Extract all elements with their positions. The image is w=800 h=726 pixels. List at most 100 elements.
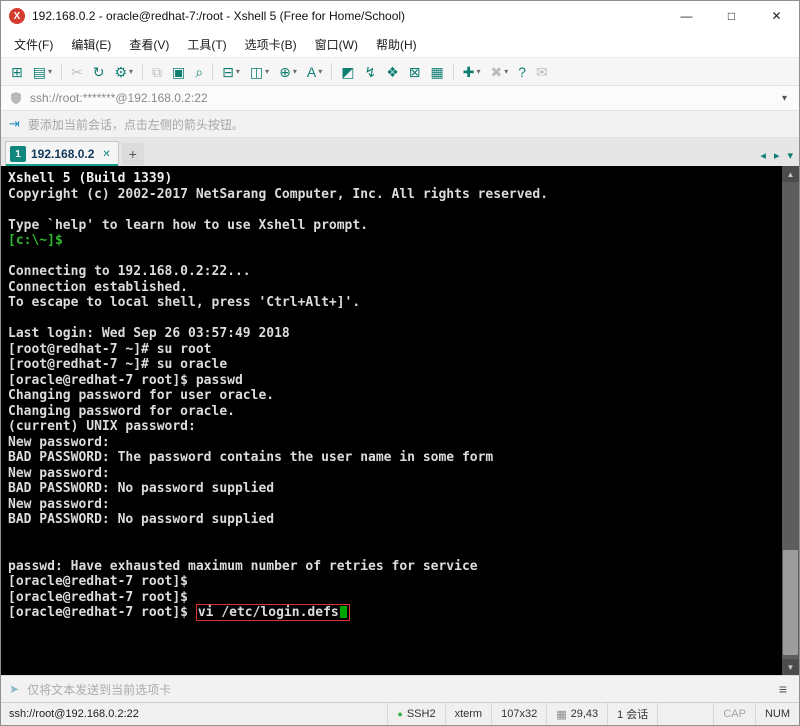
menu-tools[interactable]: 工具(T) <box>178 31 235 58</box>
terminal-line <box>8 311 782 327</box>
window-title: 192.168.0.2 - oracle@redhat-7:/root - Xs… <box>32 9 664 23</box>
terminal-line: Connection established. <box>8 280 782 296</box>
close-tab-icon[interactable]: ✖▾ <box>486 63 512 81</box>
dropdown-caret-icon: ▾ <box>476 68 480 76</box>
terminal-line: New password: <box>8 435 782 451</box>
toolbar: ⊞▤▾ ✂↻⚙▾ ⧉▣⌕ ⊟▾◫▾⊕▾A▾ ◩↯❖⊠▦ ✚▾✖▾?✉ <box>1 58 799 86</box>
scrollbar-track[interactable] <box>782 182 799 659</box>
window-controls: — □ ✕ <box>664 1 799 31</box>
send-menu-icon[interactable]: ≡ <box>775 681 791 697</box>
scroll-up-icon[interactable]: ▲ <box>782 166 799 182</box>
scroll-down-icon[interactable]: ▼ <box>782 659 799 675</box>
status-num-lock: NUM <box>755 703 799 725</box>
status-spacer <box>657 703 713 725</box>
terminal-line: [root@redhat-7 ~]# su root <box>8 342 782 358</box>
menu-edit[interactable]: 编辑(E) <box>62 31 120 58</box>
info-bar-text: 要添加当前会话，点击左侧的箭头按钮。 <box>28 116 244 133</box>
web-tools-icon[interactable]: ⊕▾ <box>275 63 301 81</box>
dropdown-caret-icon: ▾ <box>48 68 52 76</box>
new-session-icon[interactable]: ⊞ <box>7 63 27 81</box>
new-tab-icon[interactable]: ✚▾ <box>459 63 485 81</box>
terminal-line: [oracle@redhat-7 root]$ <box>8 574 782 590</box>
status-terminal-size: 107x32 <box>491 703 546 725</box>
xshell-window: X 192.168.0.2 - oracle@redhat-7:/root - … <box>0 0 800 726</box>
disconnect-icon[interactable]: ✂ <box>67 63 87 81</box>
info-bar: ⇥ 要添加当前会话，点击左侧的箭头按钮。 <box>1 111 799 138</box>
scrollbar-thumb[interactable] <box>783 550 798 655</box>
quick-command-icon[interactable]: ↯ <box>360 63 380 81</box>
status-cursor-position: ▦29,43 <box>546 703 607 725</box>
feedback-icon[interactable]: ✉ <box>532 63 552 81</box>
address-url[interactable]: ssh://root:*******@192.168.0.2:22 <box>30 91 778 105</box>
open-sessions-icon[interactable]: ▤▾ <box>29 63 56 81</box>
address-dropdown-icon[interactable]: ▾ <box>778 93 791 104</box>
paste-icon[interactable]: ▣ <box>168 63 189 81</box>
transparency-icon[interactable]: ◩ <box>337 63 358 81</box>
terminal-line: New password: <box>8 497 782 513</box>
terminal-line: Type `help' to learn how to use Xshell p… <box>8 218 782 234</box>
session-properties-icon[interactable]: ⚙▾ <box>110 63 137 81</box>
tab-close-icon[interactable]: ✕ <box>102 149 110 160</box>
terminal-line: Xshell 5 (Build 1339) <box>8 171 782 187</box>
terminal-line <box>8 543 782 559</box>
terminal-line: [c:\~]$ <box>8 233 782 249</box>
tab-label: 192.168.0.2 <box>31 147 94 161</box>
status-session-count: 1 会话 <box>607 703 657 725</box>
tab-scroll-right-icon[interactable]: ▸ <box>770 145 784 166</box>
terminal-line: Copyright (c) 2002-2017 NetSarang Comput… <box>8 187 782 203</box>
new-tab-button[interactable]: + <box>122 143 144 165</box>
dropdown-caret-icon: ▾ <box>293 68 297 76</box>
menu-view[interactable]: 查看(V) <box>120 31 178 58</box>
terminal-line: Connecting to 192.168.0.2:22... <box>8 264 782 280</box>
status-bar: ssh://root@192.168.0.2:22 ●SSH2xterm107x… <box>1 702 799 725</box>
toolbar-separator <box>61 63 62 80</box>
toolbar-separator <box>142 63 143 80</box>
address-bar[interactable]: ssh://root:*******@192.168.0.2:22 ▾ <box>1 86 799 111</box>
status-caps-lock: CAP <box>713 703 755 725</box>
full-screen-icon[interactable]: ❖ <box>382 63 403 81</box>
send-arrow-icon: ➤ <box>9 682 19 696</box>
send-text-label: 仅将文本发送到当前选项卡 <box>27 681 775 698</box>
lock-screen-icon[interactable]: ⊠ <box>405 63 425 81</box>
status-items: ●SSH2xterm107x32▦29,431 会话CAPNUM <box>387 703 799 725</box>
tile-windows-icon[interactable]: ◫▾ <box>246 63 273 81</box>
find-icon[interactable]: ⌕ <box>191 63 207 81</box>
tab-192-168-0-2[interactable]: 1 192.168.0.2 ✕ <box>5 141 119 166</box>
terminal-line: [oracle@redhat-7 root]$ passwd <box>8 373 782 389</box>
terminal-line: (current) UNIX password: <box>8 419 782 435</box>
menu-bar: 文件(F)编辑(E)查看(V)工具(T)选项卡(B)窗口(W)帮助(H) <box>1 31 799 58</box>
xshell-logo-icon: X <box>9 8 25 24</box>
terminal-line: [oracle@redhat-7 root]$ vi /etc/login.de… <box>8 605 782 621</box>
terminal-line: BAD PASSWORD: No password supplied <box>8 512 782 528</box>
terminal-line: passwd: Have exhausted maximum number of… <box>8 559 782 575</box>
status-connection-url: ssh://root@192.168.0.2:22 <box>1 703 387 725</box>
close-button[interactable]: ✕ <box>754 1 799 31</box>
terminal-output[interactable]: Xshell 5 (Build 1339)Copyright (c) 2002-… <box>1 166 782 675</box>
dropdown-caret-icon: ▾ <box>318 68 322 76</box>
terminal-line <box>8 528 782 544</box>
reconnect-icon[interactable]: ↻ <box>89 63 109 81</box>
minimize-button[interactable]: — <box>664 1 709 31</box>
menu-tabs[interactable]: 选项卡(B) <box>236 31 306 58</box>
print-icon[interactable]: ⊟▾ <box>218 63 244 81</box>
tab-menu-icon[interactable]: ▾ <box>783 145 797 166</box>
maximize-button[interactable]: □ <box>709 1 754 31</box>
compose-pane-icon[interactable]: ▦ <box>426 63 447 81</box>
menu-help[interactable]: 帮助(H) <box>367 31 426 58</box>
add-session-arrow-icon: ⇥ <box>9 116 20 132</box>
terminal-scrollbar[interactable]: ▲ ▼ <box>782 166 799 675</box>
tab-scroll-left-icon[interactable]: ◂ <box>756 145 770 166</box>
menu-window[interactable]: 窗口(W) <box>306 31 367 58</box>
shield-icon <box>9 91 23 105</box>
dropdown-caret-icon: ▾ <box>236 68 240 76</box>
menu-file[interactable]: 文件(F) <box>5 31 62 58</box>
copy-icon[interactable]: ⧉ <box>148 63 166 81</box>
dropdown-caret-icon: ▾ <box>504 68 508 76</box>
keyboard-icon: ▦ <box>556 708 566 721</box>
help-icon[interactable]: ? <box>514 63 530 81</box>
terminal-line: BAD PASSWORD: No password supplied <box>8 481 782 497</box>
lock-icon: ● <box>397 709 402 719</box>
font-icon[interactable]: A▾ <box>303 63 326 81</box>
terminal-line: Changing password for user oracle. <box>8 388 782 404</box>
terminal-line: [root@redhat-7 ~]# su oracle <box>8 357 782 373</box>
